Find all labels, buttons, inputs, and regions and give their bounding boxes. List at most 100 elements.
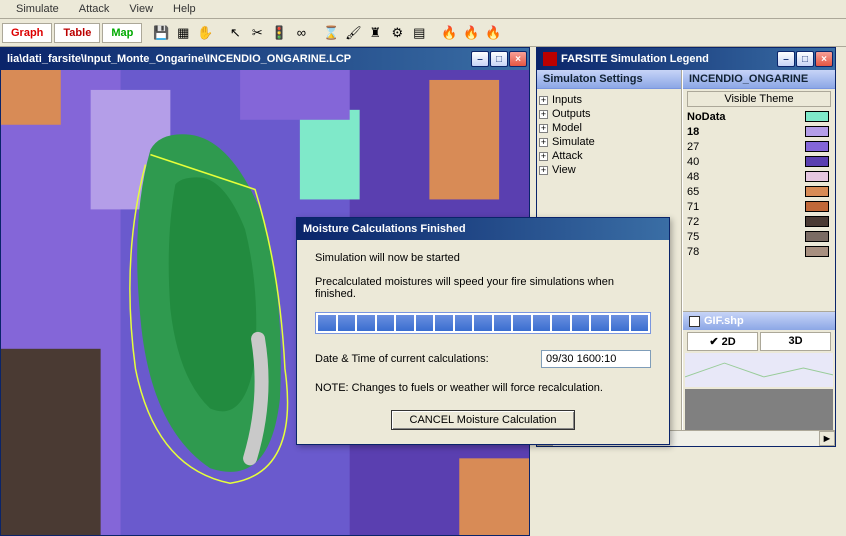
tool-hourglass-icon[interactable]: ⌛ [320, 22, 342, 44]
progress-segment [357, 315, 375, 331]
tool-stoplight-icon[interactable]: 🚦 [268, 22, 290, 44]
tool-gear-icon[interactable]: ⚙ [386, 22, 408, 44]
menu-attack[interactable]: Attack [71, 1, 118, 17]
expand-icon[interactable]: + [539, 124, 548, 133]
map-maximize-button[interactable]: □ [490, 51, 508, 67]
dialog-title: Moisture Calculations Finished [303, 223, 667, 235]
theme-label: 48 [687, 171, 699, 183]
gif-checkbox[interactable] [689, 316, 700, 327]
theme-label: 27 [687, 141, 699, 153]
tool-tower-icon[interactable]: ♜ [364, 22, 386, 44]
tool-save-icon[interactable]: 💾 [150, 22, 172, 44]
theme-label: NoData [687, 111, 726, 123]
theme-label: 72 [687, 216, 699, 228]
tab-map[interactable]: Map [102, 23, 142, 43]
theme-row[interactable]: 72 [683, 214, 835, 229]
theme-swatch [805, 171, 829, 182]
theme-swatch [805, 186, 829, 197]
legend-app-icon [543, 52, 557, 66]
progress-segment [552, 315, 570, 331]
progress-segment [494, 315, 512, 331]
tool-doc-icon[interactable]: ▤ [408, 22, 430, 44]
progress-segment [572, 315, 590, 331]
gif-preview [685, 353, 833, 387]
dialog-titlebar: Moisture Calculations Finished [297, 218, 669, 240]
expand-icon[interactable]: + [539, 152, 548, 161]
progress-segment [591, 315, 609, 331]
expand-icon[interactable]: + [539, 138, 548, 147]
gif-panel: GIF.shp 2D 3D [683, 311, 835, 446]
cancel-moisture-button[interactable]: CANCEL Moisture Calculation [391, 410, 576, 430]
menu-view[interactable]: View [121, 1, 161, 17]
theme-row[interactable]: NoData [683, 109, 835, 124]
tool-link-icon[interactable]: ∞ [290, 22, 312, 44]
progress-segment [338, 315, 356, 331]
tab-graph[interactable]: Graph [2, 23, 52, 43]
settings-header: Simulaton Settings [537, 70, 681, 89]
theme-row[interactable]: 71 [683, 199, 835, 214]
dim-2d-button[interactable]: 2D [687, 332, 758, 351]
progress-segment [631, 315, 649, 331]
theme-label: 65 [687, 186, 699, 198]
progress-segment [396, 315, 414, 331]
tree-view[interactable]: +View [539, 163, 679, 177]
tree-inputs[interactable]: +Inputs [539, 93, 679, 107]
gif-label: GIF.shp [704, 315, 744, 327]
tool-brush-icon[interactable]: 🖌 [342, 22, 364, 44]
theme-label: 18 [687, 126, 699, 138]
map-close-button[interactable]: × [509, 51, 527, 67]
map-titlebar: lia\dati_farsite\Input_Monte_Ongarine\IN… [1, 48, 529, 70]
dialog-line1: Simulation will now be started [315, 252, 651, 264]
legend-close-button[interactable]: × [815, 51, 833, 67]
tab-table[interactable]: Table [54, 23, 100, 43]
theme-row[interactable]: 48 [683, 169, 835, 184]
theme-swatch [805, 216, 829, 227]
menu-help[interactable]: Help [165, 1, 204, 17]
theme-panel: INCENDIO_ONGARINE Visible Theme NoData18… [682, 70, 835, 446]
tree-simulate[interactable]: +Simulate [539, 135, 679, 149]
datetime-value: 09/30 1600:10 [541, 350, 651, 368]
legend-minimize-button[interactable]: – [777, 51, 795, 67]
tool-fire2-icon[interactable]: 🔥 [460, 22, 482, 44]
menu-simulate[interactable]: Simulate [8, 1, 67, 17]
theme-swatch [805, 156, 829, 167]
tool-hand-icon[interactable]: ✋ [194, 22, 216, 44]
settings-tree: +Inputs +Outputs +Model +Simulate +Attac… [537, 89, 681, 181]
tree-model[interactable]: +Model [539, 121, 679, 135]
tool-pointer-icon[interactable]: ↖ [224, 22, 246, 44]
theme-row[interactable]: 75 [683, 229, 835, 244]
progress-bar [315, 312, 651, 334]
legend-maximize-button[interactable]: □ [796, 51, 814, 67]
workspace: lia\dati_farsite\Input_Monte_Ongarine\IN… [0, 47, 846, 536]
theme-swatch [805, 126, 829, 137]
legend-titlebar: FARSITE Simulation Legend – □ × [537, 48, 835, 70]
tool-fire1-icon[interactable]: 🔥 [438, 22, 460, 44]
tool-cut-icon[interactable]: ✂ [246, 22, 268, 44]
moisture-dialog: Moisture Calculations Finished Simulatio… [296, 217, 670, 445]
expand-icon[interactable]: + [539, 166, 548, 175]
theme-label: 71 [687, 201, 699, 213]
theme-row[interactable]: 65 [683, 184, 835, 199]
theme-swatch [805, 141, 829, 152]
theme-label: 75 [687, 231, 699, 243]
tool-fire3-icon[interactable]: 🔥 [482, 22, 504, 44]
dim-3d-button[interactable]: 3D [760, 332, 831, 351]
tree-attack[interactable]: +Attack [539, 149, 679, 163]
progress-segment [513, 315, 531, 331]
tool-grid-icon[interactable]: ▦ [172, 22, 194, 44]
tree-outputs[interactable]: +Outputs [539, 107, 679, 121]
scroll-right-icon[interactable]: ► [819, 431, 835, 446]
expand-icon[interactable]: + [539, 110, 548, 119]
map-minimize-button[interactable]: – [471, 51, 489, 67]
map-title: lia\dati_farsite\Input_Monte_Ongarine\IN… [7, 53, 471, 65]
theme-swatch [805, 246, 829, 257]
theme-row[interactable]: 40 [683, 154, 835, 169]
expand-icon[interactable]: + [539, 96, 548, 105]
theme-row[interactable]: 27 [683, 139, 835, 154]
progress-segment [377, 315, 395, 331]
progress-segment [533, 315, 551, 331]
theme-row[interactable]: 18 [683, 124, 835, 139]
theme-row[interactable]: 78 [683, 244, 835, 259]
theme-list: Visible Theme NoData182740486571727578 [683, 89, 835, 311]
progress-segment [435, 315, 453, 331]
